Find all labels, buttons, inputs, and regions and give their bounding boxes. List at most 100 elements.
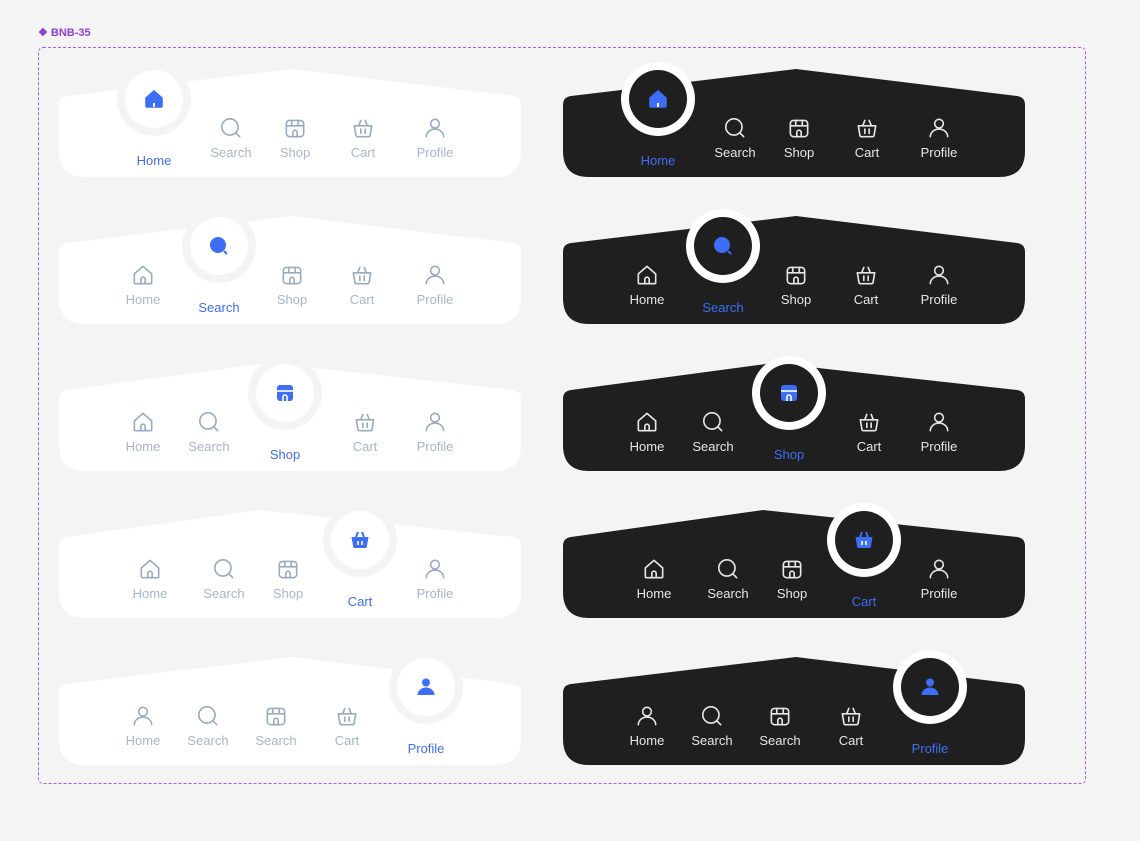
tab-label: Home [636,586,672,601]
tab-cart[interactable]: Cart [834,409,904,454]
tab-profile[interactable]: Profile [904,409,974,454]
search-icon [195,703,221,729]
tab-profile[interactable]: Profile [400,262,470,307]
tab-search[interactable]: Search [173,703,243,748]
tab-cart[interactable]: Cart [327,262,397,307]
active-tab-label: Shop [773,447,805,462]
active-tab-profile[interactable] [901,658,959,716]
tab-search[interactable]: Search [678,409,748,454]
shop-icon [275,556,301,582]
profile-icon [926,556,952,582]
search-icon [210,237,228,255]
tab-label: Home [125,439,161,454]
tab-label: Search [187,733,229,748]
cart-icon [856,409,882,435]
tab-shop[interactable]: Shop [761,262,831,307]
tab-label: Search [707,586,749,601]
tab-search[interactable]: Search [693,556,763,601]
tab-search[interactable]: Search [174,409,244,454]
shop-icon [263,703,289,729]
tab-label: Search [692,439,734,454]
tab-label: Cart [349,292,375,307]
tab-home[interactable]: Home [612,409,682,454]
tab-label: Cart [334,733,360,748]
active-tab-home[interactable] [629,70,687,128]
component-icon: ❖ [38,27,48,39]
tab-cart[interactable]: Cart [312,703,382,748]
tab-shop[interactable]: Shop [253,556,323,601]
tab-label: Search [714,145,756,160]
tab-search[interactable]: Search [241,703,311,748]
active-tab-label: Home [640,153,676,168]
tab-shop[interactable]: Shop [757,556,827,601]
tab-search[interactable]: Search [700,115,770,160]
home-icon [641,556,667,582]
tab-search[interactable]: Search [189,556,259,601]
tab-cart[interactable]: Cart [328,115,398,160]
home-icon [649,90,667,108]
tab-cart[interactable]: Cart [832,115,902,160]
cart-icon [854,115,880,141]
shop-icon [767,703,793,729]
profile-icon [130,703,156,729]
tab-cart[interactable]: Cart [831,262,901,307]
tab-profile[interactable]: Profile [400,556,470,601]
tab-label: Home [125,733,161,748]
active-tab-profile[interactable] [397,658,455,716]
tab-shop[interactable]: Shop [260,115,330,160]
tab-profile[interactable]: Profile [904,556,974,601]
tab-label: Shop [780,292,812,307]
profile-icon [422,262,448,288]
tab-home[interactable]: Home [108,262,178,307]
bottom-nav-bar-light: Shop Home Search Cart Profile [59,353,524,471]
tab-profile[interactable]: Profile [904,115,974,160]
tab-search[interactable]: Search [745,703,815,748]
tab-shop[interactable]: Shop [764,115,834,160]
tab-search[interactable]: Search [196,115,266,160]
cart-icon [855,531,873,549]
cart-icon [351,531,369,549]
tab-home[interactable]: Home [115,556,185,601]
bottom-nav-bar-dark: Search Home Shop Cart Profile [563,206,1028,324]
tab-home[interactable]: Home [108,409,178,454]
profile-icon [926,115,952,141]
tab-home[interactable]: Home [612,703,682,748]
profile-icon [926,409,952,435]
shop-icon [277,385,293,401]
search-icon [196,409,222,435]
active-tab-search[interactable] [694,217,752,275]
tab-label: Search [691,733,733,748]
profile-icon [926,262,952,288]
search-icon [218,115,244,141]
active-tab-search[interactable] [190,217,248,275]
tab-label: Search [188,439,230,454]
active-tab-label: Search [198,300,240,315]
active-tab-cart[interactable] [331,511,389,569]
bottom-nav-bar-dark: Cart Home Search Shop Profile [563,500,1028,618]
tab-label: Profile [416,586,454,601]
tab-label: Profile [920,439,958,454]
tab-search[interactable]: Search [677,703,747,748]
active-tab-home[interactable] [125,70,183,128]
tab-cart[interactable]: Cart [330,409,400,454]
tab-shop[interactable]: Shop [257,262,327,307]
tab-label: Shop [783,145,815,160]
active-tab-label: Shop [269,447,301,462]
shop-icon [779,556,805,582]
tab-home[interactable]: Home [612,262,682,307]
active-tab-label: Profile [911,741,949,756]
tab-home[interactable]: Home [619,556,689,601]
frame-label-text: BNB-35 [50,26,91,39]
tab-profile[interactable]: Profile [400,115,470,160]
active-tab-shop[interactable] [256,364,314,422]
tab-profile[interactable]: Profile [400,409,470,454]
tab-cart[interactable]: Cart [816,703,886,748]
tab-label: Cart [838,733,864,748]
tab-profile[interactable]: Profile [904,262,974,307]
active-tab-shop[interactable] [760,364,818,422]
bottom-nav-bar-light: Cart Home Search Shop Profile [59,500,524,618]
active-tab-cart[interactable] [835,511,893,569]
tab-home[interactable]: Home [108,703,178,748]
cart-icon [349,262,375,288]
profile-icon [634,703,660,729]
